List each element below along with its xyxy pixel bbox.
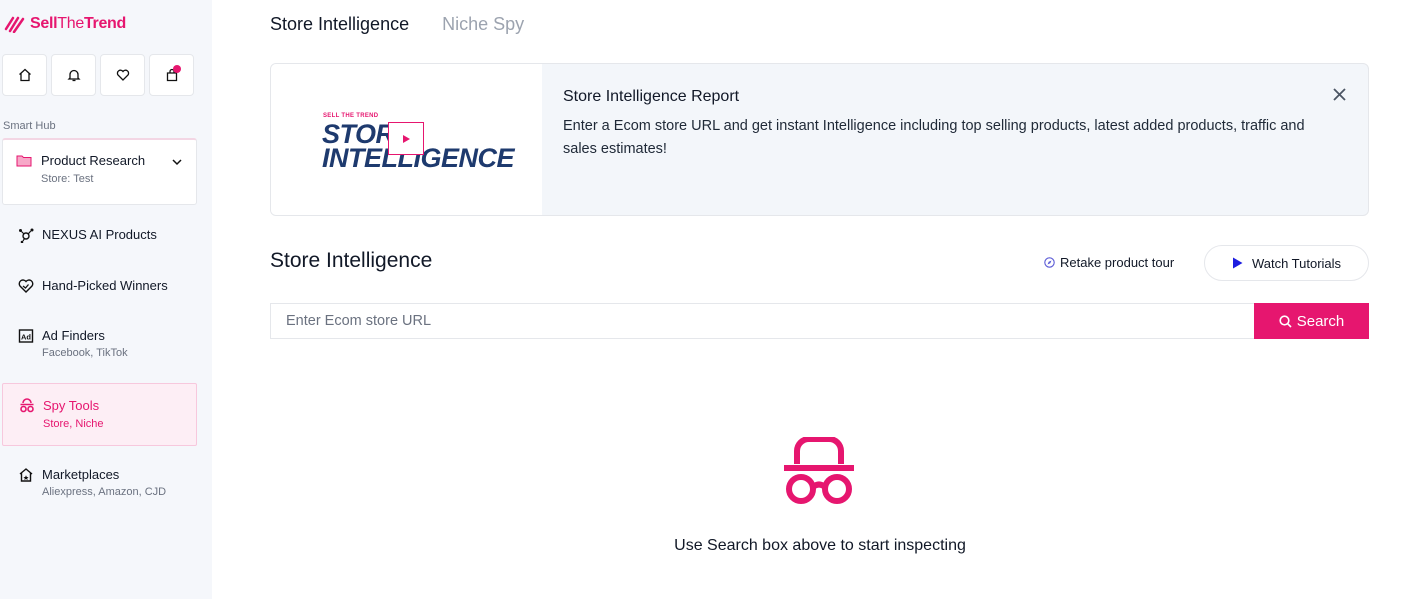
sidebar-item-hand-picked-winners[interactable]: Hand-Picked Winners [2,278,197,326]
sidebar: SellTheTrend Smart Hub Product Research … [0,0,212,599]
svg-text:Ad: Ad [21,333,31,342]
retake-tour-label: Retake product tour [1060,255,1175,270]
tab-niche-spy[interactable]: Niche Spy [442,14,524,35]
compass-icon [1044,257,1055,268]
spy-icon [19,398,35,419]
cart-button[interactable] [149,54,194,96]
sidebar-item-ad-finders[interactable]: Ad Ad Finders Facebook, TikTok [2,328,197,376]
play-icon [403,134,410,143]
close-icon [1333,88,1346,101]
search-bar: Search [270,303,1369,339]
home-button[interactable] [2,54,47,96]
spy-icon [784,437,854,504]
banner-title: Store Intelligence Report [563,88,740,105]
page-title: Store Intelligence [270,249,433,272]
product-research-card[interactable]: Product Research Store: Test [2,138,197,205]
brand-name: SellTheTrend [30,15,127,32]
search-button[interactable]: Search [1254,303,1369,339]
watch-tutorials-label: Watch Tutorials [1251,255,1342,271]
logo-icon [4,16,25,33]
tab-bar: Store Intelligence Niche Spy [270,14,524,35]
sidebar-item-label: Marketplaces [42,467,120,482]
search-button-label: Search [1296,312,1345,330]
notifications-button[interactable] [51,54,96,96]
section-label: Smart Hub [3,120,56,132]
quick-actions [2,54,194,96]
favorites-button[interactable] [100,54,145,96]
retake-tour-link[interactable]: Retake product tour [1044,255,1174,270]
store-url-input[interactable] [270,303,1254,339]
sidebar-item-sub: Aliexpress, Amazon, CJD [42,486,167,498]
chevron-down-icon[interactable] [172,153,182,171]
sidebar-item-nexus-ai[interactable]: NEXUS AI Products [2,227,197,275]
cart-badge [173,65,181,73]
play-icon [1232,257,1243,269]
banner-description: Enter a Ecom store URL and get instant I… [563,118,1305,157]
sidebar-item-sub: Facebook, TikTok [42,347,128,359]
heart-handshake-icon [18,278,34,299]
product-research-title: Product Research [41,153,146,168]
sidebar-item-label: Ad Finders [42,328,105,343]
info-banner: SELL THE TREND STORE INTELLIGENCE Store … [270,63,1369,216]
sidebar-item-sub: Store, Niche [43,418,104,430]
tab-store-intelligence[interactable]: Store Intelligence [270,14,409,35]
empty-state-message: Use Search box above to start inspecting [674,537,966,554]
bell-icon [66,69,81,82]
watch-tutorials-button[interactable]: Watch Tutorials [1204,245,1369,281]
network-icon [18,227,34,248]
sidebar-item-marketplaces[interactable]: Marketplaces Aliexpress, Amazon, CJD [2,467,197,515]
sidebar-item-label: Hand-Picked Winners [42,278,168,293]
storefront-icon [18,467,34,488]
brand-logo[interactable]: SellTheTrend [4,12,126,36]
close-banner-button[interactable] [1333,88,1346,106]
sidebar-item-label: Spy Tools [43,398,100,413]
sidebar-item-label: NEXUS AI Products [42,227,157,242]
folder-icon [16,154,32,172]
heart-icon [116,69,129,81]
play-button[interactable] [388,122,424,155]
home-icon [18,68,31,82]
sidebar-item-spy-tools[interactable]: Spy Tools Store, Niche [2,383,197,446]
product-research-store: Store: Test [41,173,94,185]
ad-icon: Ad [18,328,34,349]
search-icon [1279,314,1292,328]
video-thumbnail[interactable]: SELL THE TREND STORE INTELLIGENCE [271,64,542,215]
